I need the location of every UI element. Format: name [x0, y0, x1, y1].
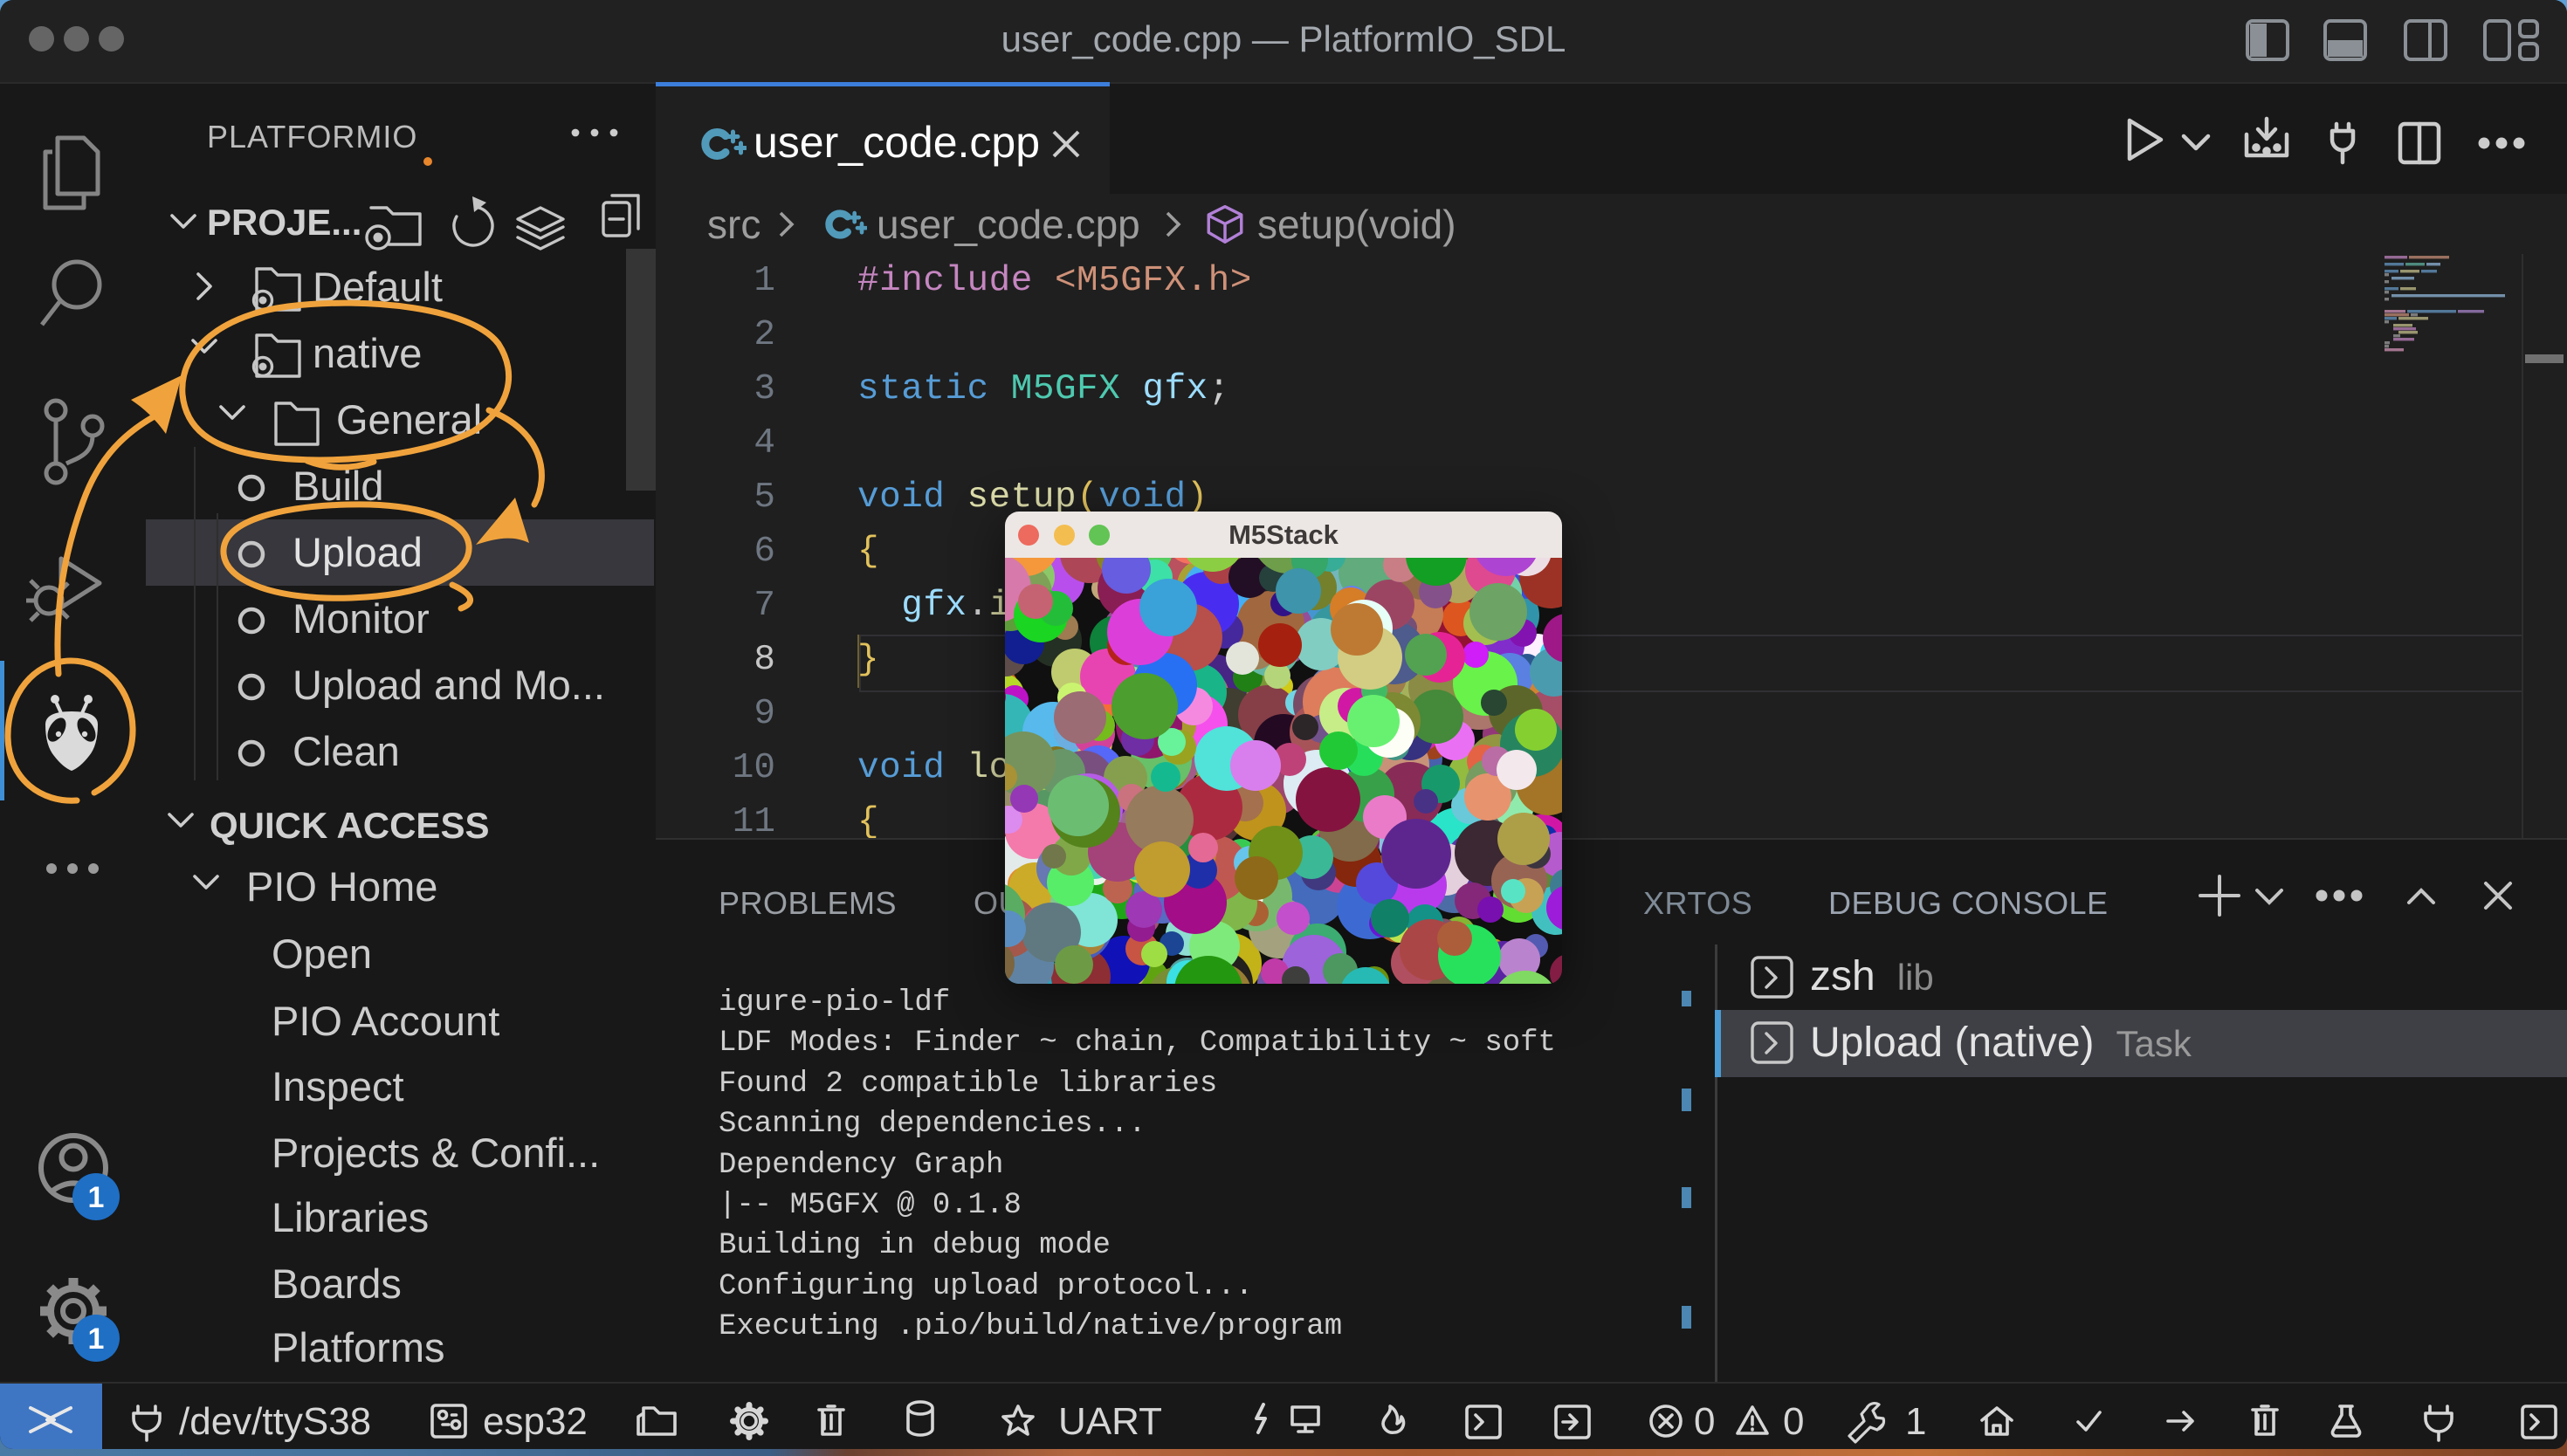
- svg-text:/dev/ttyS38: /dev/ttyS38: [179, 1400, 371, 1443]
- svg-text:esp32: esp32: [483, 1400, 588, 1443]
- svg-text:0: 0: [1694, 1400, 1715, 1443]
- svg-text:0: 0: [1783, 1400, 1804, 1443]
- svg-text:1: 1: [88, 1181, 105, 1214]
- svg-text:1: 1: [88, 1322, 105, 1356]
- svg-text:1: 1: [1905, 1400, 1926, 1443]
- svg-text:UART: UART: [1058, 1400, 1162, 1443]
